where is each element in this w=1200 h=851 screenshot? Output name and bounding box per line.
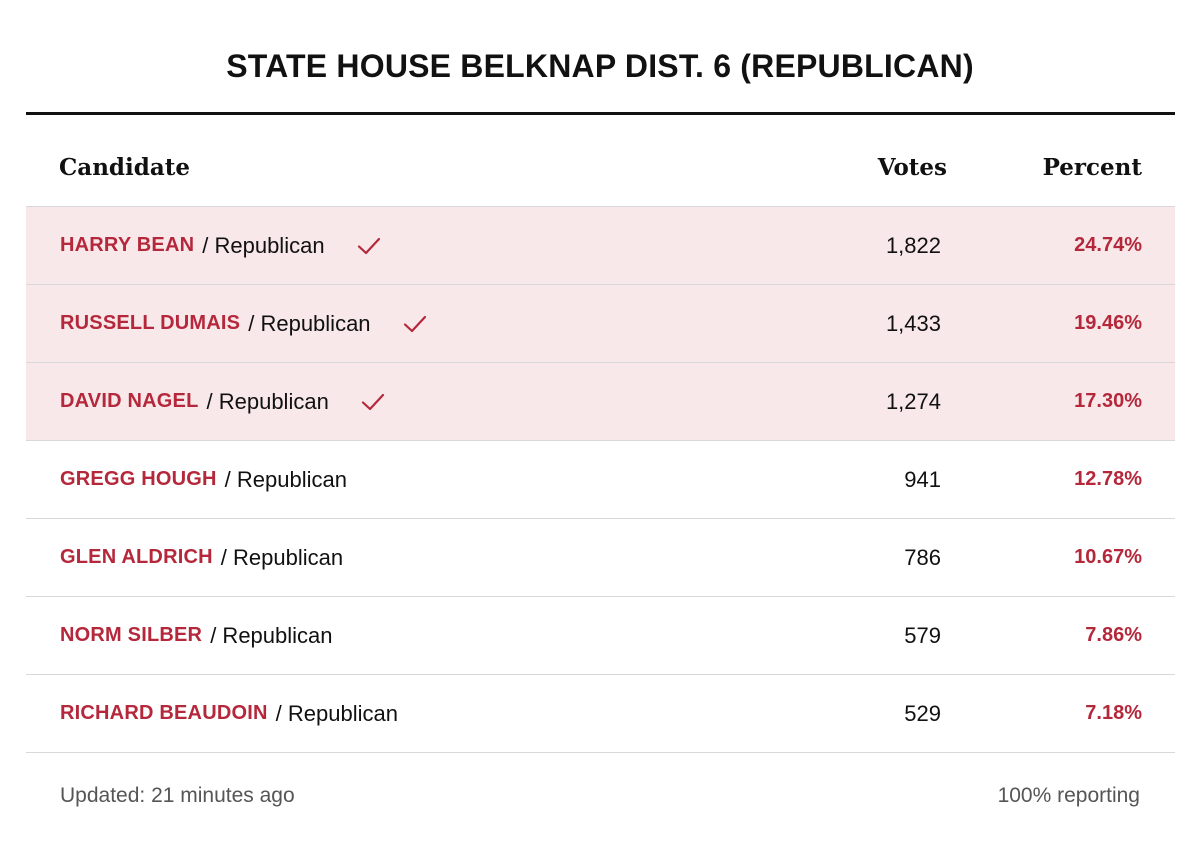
checkmark-icon	[403, 314, 427, 334]
candidate-cell: RICHARD BEAUDOIN / Republican	[60, 675, 398, 752]
candidate-party: / Republican	[224, 466, 347, 492]
candidate-name: GLEN ALDRICH	[60, 546, 213, 568]
candidate-name: DAVID NAGEL	[60, 390, 199, 412]
percent-cell: 12.78%	[1074, 468, 1142, 490]
column-header-percent: Percent	[1042, 154, 1142, 181]
votes-cell: 786	[904, 544, 941, 570]
candidate-party: / Republican	[206, 388, 329, 414]
votes-cell: 529	[904, 700, 941, 726]
candidate-party: / Republican	[248, 310, 371, 336]
reporting-status: 100% reporting	[997, 784, 1140, 807]
percent-cell: 24.74%	[1074, 234, 1142, 256]
checkmark-icon	[361, 392, 385, 412]
table-row: RICHARD BEAUDOIN / Republican 529 7.18%	[26, 675, 1175, 753]
percent-cell: 7.18%	[1085, 702, 1142, 724]
table-row: NORM SILBER / Republican 579 7.86%	[26, 597, 1175, 675]
candidate-name: NORM SILBER	[60, 624, 203, 646]
title-divider	[26, 112, 1175, 115]
candidate-party: / Republican	[220, 544, 344, 570]
candidate-name: RICHARD BEAUDOIN	[60, 702, 268, 724]
table-header: Candidate Votes Percent	[26, 130, 1175, 207]
candidate-party: / Republican	[202, 232, 325, 258]
percent-cell: 10.67%	[1074, 546, 1142, 568]
candidate-cell: GLEN ALDRICH / Republican	[60, 519, 343, 596]
updated-timestamp: Updated: 21 minutes ago	[60, 784, 295, 807]
candidate-name: RUSSELL DUMAIS	[60, 312, 241, 334]
candidate-cell: HARRY BEAN / Republican	[60, 207, 381, 284]
table-row: RUSSELL DUMAIS / Republican 1,433 19.46%	[26, 285, 1175, 363]
table-row: DAVID NAGEL / Republican 1,274 17.30%	[26, 363, 1175, 441]
votes-cell: 1,274	[885, 388, 941, 414]
table-row: HARRY BEAN / Republican 1,822 24.74%	[26, 207, 1175, 285]
candidate-party: / Republican	[210, 622, 333, 648]
table-row: GLEN ALDRICH / Republican 786 10.67%	[26, 519, 1175, 597]
candidate-cell: GREGG HOUGH / Republican	[60, 441, 347, 518]
column-header-votes: Votes	[877, 154, 947, 181]
candidate-cell: NORM SILBER / Republican	[60, 597, 333, 674]
table-row: GREGG HOUGH / Republican 941 12.78%	[26, 441, 1175, 519]
votes-cell: 941	[904, 466, 941, 492]
candidate-cell: RUSSELL DUMAIS / Republican	[60, 285, 427, 362]
votes-cell: 1,433	[885, 310, 941, 336]
percent-cell: 17.30%	[1074, 390, 1142, 412]
page-title: STATE HOUSE BELKNAP DIST. 6 (REPUBLICAN)	[226, 48, 974, 84]
candidate-cell: DAVID NAGEL / Republican	[60, 363, 385, 440]
votes-cell: 579	[904, 622, 941, 648]
results-table: Candidate Votes Percent HARRY BEAN / Rep…	[26, 130, 1175, 753]
results-footer: Updated: 21 minutes ago 100% reporting	[26, 780, 1175, 816]
candidate-name: HARRY BEAN	[60, 234, 195, 256]
candidate-name: GREGG HOUGH	[60, 468, 217, 490]
percent-cell: 7.86%	[1085, 624, 1142, 646]
candidate-party: / Republican	[275, 700, 398, 726]
votes-cell: 1,822	[885, 232, 941, 258]
column-header-candidate: Candidate	[59, 154, 190, 181]
percent-cell: 19.46%	[1074, 312, 1142, 334]
checkmark-icon	[357, 236, 381, 256]
